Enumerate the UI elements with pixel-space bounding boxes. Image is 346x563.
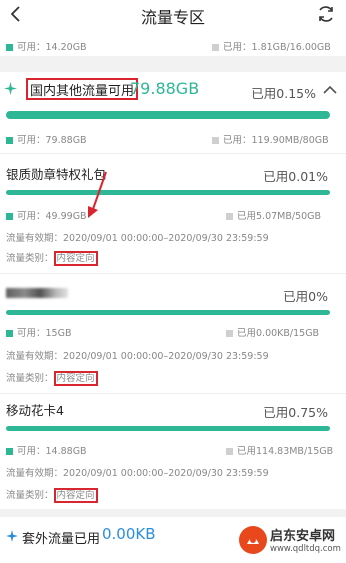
sparkle-icon <box>4 82 17 95</box>
package-name-blurred <box>6 284 68 299</box>
package-category: 流量类别： 内容定向 <box>6 487 98 503</box>
used-legend-icon <box>226 448 233 455</box>
page-title: 流量专区 <box>140 8 205 27</box>
available-legend-icon <box>6 44 13 51</box>
package-available: 可用：14.88GB <box>6 443 87 457</box>
top-available: 可用：14.20GB <box>6 39 87 53</box>
package-percent: 已用0.01% <box>263 169 328 184</box>
category-tag: 内容定向 <box>53 488 98 503</box>
package-percent: 已用0.75% <box>263 405 328 420</box>
used-legend-icon <box>226 213 233 220</box>
package-name: 移动花卡4 <box>6 403 64 418</box>
divider <box>0 393 346 394</box>
watermark: 启东安卓网 www.qdltdq.com <box>238 521 342 561</box>
chevron-up-icon[interactable] <box>322 84 338 96</box>
package-validity: 流量有效期：2020/09/01 00:00:00–2020/09/30 23:… <box>6 468 269 479</box>
section-gap <box>0 509 346 517</box>
used-legend-icon <box>212 137 219 144</box>
available-legend-icon <box>6 330 13 337</box>
watermark-url: www.qdltdq.com <box>270 544 341 554</box>
package-available: 可用：49.99GB <box>6 208 87 222</box>
available-legend-icon <box>6 213 13 220</box>
package-progress-bar <box>6 426 330 431</box>
used-legend-icon <box>212 44 219 51</box>
available-legend-icon <box>6 137 13 144</box>
watermark-logo-icon <box>239 526 267 554</box>
package-progress-bar <box>6 310 330 315</box>
refresh-icon[interactable] <box>316 4 336 24</box>
domestic-percent: 已用0.15% <box>251 86 316 101</box>
package-used: 已用114.83MB/15GB <box>226 443 333 457</box>
divider <box>0 153 346 154</box>
section-gap <box>0 56 346 72</box>
domestic-progress-bar <box>6 111 330 119</box>
annotation-arrow <box>88 171 107 218</box>
package-used: 已用0.00KB/15GB <box>226 325 319 339</box>
package-progress-bar <box>6 190 330 195</box>
available-legend-icon <box>6 448 13 455</box>
footer-amount: 0.00KB <box>102 525 156 543</box>
blurred-text <box>6 287 68 298</box>
package-validity: 流量有效期：2020/09/01 00:00:00–2020/09/30 23:… <box>6 233 269 244</box>
category-tag: 内容定向 <box>53 251 98 266</box>
footer-label: 套外流量已用 <box>22 532 101 547</box>
package-validity: 流量有效期：2020/09/01 00:00:00–2020/09/30 23:… <box>6 351 269 362</box>
used-legend-icon <box>226 330 233 337</box>
package-used: 已用5.07MB/50GB <box>226 208 321 222</box>
domestic-used: 已用：119.90MB/80GB <box>212 132 329 146</box>
sparkle-icon <box>6 530 18 542</box>
domestic-title: 国内其他流量可用 <box>30 84 135 99</box>
header: 流量专区 <box>0 0 346 30</box>
domestic-amount: 79.88GB <box>130 79 200 98</box>
package-category: 流量类别： 内容定向 <box>6 250 98 266</box>
divider <box>0 273 346 274</box>
domestic-available: 可用：79.88GB <box>6 132 87 146</box>
category-tag: 内容定向 <box>53 371 98 386</box>
domestic-title-box: 国内其他流量可用 <box>26 78 139 100</box>
watermark-brand: 启东安卓网 <box>270 529 336 544</box>
top-used: 已用：1.81GB/16.00GB <box>212 39 331 53</box>
package-percent: 已用0% <box>283 289 328 304</box>
package-category: 流量类别： 内容定向 <box>6 370 98 386</box>
package-available: 可用：15GB <box>6 325 71 339</box>
